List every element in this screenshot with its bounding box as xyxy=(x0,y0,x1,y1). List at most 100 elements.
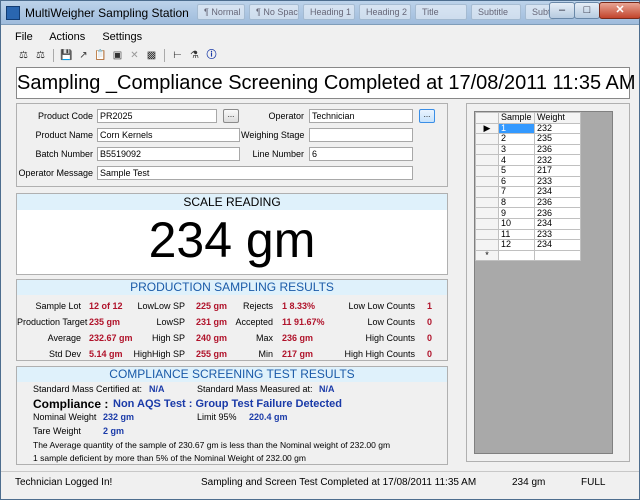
table-row[interactable]: 5 217 xyxy=(475,164,581,177)
column-header-sample[interactable]: Sample xyxy=(498,112,535,124)
row-header[interactable] xyxy=(475,164,499,177)
weight-cell[interactable]: 236 xyxy=(534,207,581,219)
row-header[interactable] xyxy=(475,196,499,209)
weight-cell[interactable]: 233 xyxy=(534,175,581,188)
report-icon[interactable]: 📋 xyxy=(94,49,107,62)
row-header[interactable] xyxy=(475,217,499,230)
tare-icon[interactable]: ⚗ xyxy=(188,49,201,62)
export-icon[interactable]: ↗ xyxy=(77,49,90,62)
cursor-icon[interactable]: ⊢ xyxy=(171,49,184,62)
operator-message-field[interactable]: Sample Test xyxy=(97,166,413,180)
weight-cell[interactable] xyxy=(534,249,581,262)
low-sp-value: 231 gm xyxy=(196,317,228,327)
sample-cell[interactable]: 7 xyxy=(498,186,535,198)
operator-browse-button[interactable]: ... xyxy=(419,109,435,123)
sample-cell[interactable] xyxy=(498,249,535,262)
weight-cell[interactable]: 232 xyxy=(534,154,581,166)
delete-icon[interactable]: ✕ xyxy=(128,49,141,62)
app-icon xyxy=(6,6,20,20)
product-name-field[interactable]: Corn Kernels xyxy=(97,128,240,142)
product-code-label: Product Code xyxy=(37,111,93,121)
table-row[interactable]: 6 233 xyxy=(475,175,581,188)
sample-cell[interactable]: 6 xyxy=(498,175,535,188)
min-label: Min xyxy=(258,349,273,359)
highhigh-sp-label: HighHigh SP xyxy=(133,349,185,359)
samples-grid[interactable]: Sample Weight ▶ 1 232 2 235 3 236 4 232 5 217 6 233 7… xyxy=(474,111,613,454)
menu-settings[interactable]: Settings xyxy=(102,31,142,43)
status-login: Technician Logged In! xyxy=(15,477,113,488)
close-button[interactable]: ✕ xyxy=(599,2,640,19)
table-row[interactable]: 12 234 xyxy=(475,239,581,251)
sample-cell[interactable]: 9 xyxy=(498,207,535,219)
row-header[interactable] xyxy=(475,175,499,188)
row-header[interactable] xyxy=(475,154,499,166)
sample-cell[interactable]: 10 xyxy=(498,217,535,230)
maximize-button[interactable]: □ xyxy=(574,2,600,19)
save-icon[interactable]: 💾 xyxy=(60,49,73,62)
row-header[interactable] xyxy=(475,143,499,156)
weight-cell[interactable]: 236 xyxy=(534,143,581,156)
tare-weight-label: Tare Weight xyxy=(33,426,81,436)
samples-table: Sample Weight ▶ 1 232 2 235 3 236 4 232 5 217 6 233 7… xyxy=(475,112,581,262)
table-row[interactable]: 2 235 xyxy=(475,133,581,145)
table-row[interactable]: 8 236 xyxy=(475,196,581,209)
limit-label: Limit 95% xyxy=(197,412,237,422)
table-row[interactable]: 9 236 xyxy=(475,207,581,219)
new-row-marker[interactable]: * xyxy=(475,249,499,262)
highhigh-sp-value: 255 gm xyxy=(196,349,228,359)
highhigh-counts-label: High High Counts xyxy=(344,349,415,359)
operator-field[interactable]: Technician xyxy=(309,109,413,123)
weight-cell[interactable]: 235 xyxy=(534,133,581,145)
row-header[interactable]: ▶ xyxy=(475,122,499,135)
lowlow-sp-value: 225 gm xyxy=(196,301,228,311)
row-header[interactable] xyxy=(475,133,499,145)
table-row[interactable]: 3 236 xyxy=(475,143,581,156)
scale-icon[interactable]: ⚖ xyxy=(17,49,30,62)
sample-cell[interactable]: 5 xyxy=(498,164,535,177)
product-code-field[interactable]: PR2025 xyxy=(97,109,217,123)
sample-cell[interactable]: 1 xyxy=(498,122,535,135)
sample-cell[interactable]: 3 xyxy=(498,143,535,156)
sample-cell[interactable]: 2 xyxy=(498,133,535,145)
table-row[interactable]: 10 234 xyxy=(475,217,581,230)
row-header[interactable] xyxy=(475,207,499,219)
title-bar[interactable]: MultiWeigher Sampling Station ¶ Normal ¶… xyxy=(1,1,640,25)
line-number-field[interactable]: 6 xyxy=(309,147,413,161)
weight-cell[interactable]: 217 xyxy=(534,164,581,177)
sample-cell[interactable]: 12 xyxy=(498,239,535,251)
weight-cell[interactable]: 236 xyxy=(534,196,581,209)
column-header-weight[interactable]: Weight xyxy=(534,112,581,124)
weight-cell[interactable]: 234 xyxy=(534,186,581,198)
row-header[interactable] xyxy=(475,228,499,241)
table-row[interactable]: 7 234 xyxy=(475,186,581,198)
scale-reading-panel: SCALE READING 234 gm xyxy=(16,193,448,275)
row-header[interactable] xyxy=(475,239,499,251)
average-value: 232.67 gm xyxy=(89,333,133,343)
scale-reading-header: SCALE READING xyxy=(17,194,447,210)
highhigh-counts-value: 0 xyxy=(427,349,433,359)
sample-cell[interactable]: 11 xyxy=(498,228,535,241)
chart-icon[interactable]: ▩ xyxy=(145,49,158,62)
window-icon[interactable]: ▣ xyxy=(111,49,124,62)
table-row[interactable]: 11 233 xyxy=(475,228,581,241)
weight-cell[interactable]: 233 xyxy=(534,228,581,241)
batch-number-field[interactable]: B5519092 xyxy=(97,147,240,161)
info-icon[interactable]: ⓘ xyxy=(205,49,218,62)
menu-actions[interactable]: Actions xyxy=(49,31,85,43)
sample-cell[interactable]: 4 xyxy=(498,154,535,166)
row-header[interactable] xyxy=(475,186,499,198)
weight-cell[interactable]: 234 xyxy=(534,217,581,230)
table-row[interactable]: 4 232 xyxy=(475,154,581,166)
sample-cell[interactable]: 8 xyxy=(498,196,535,209)
menu-file[interactable]: File xyxy=(15,31,33,43)
scale2-icon[interactable]: ⚖ xyxy=(34,49,47,62)
new-row[interactable]: * xyxy=(475,249,581,262)
minimize-button[interactable]: – xyxy=(549,2,575,19)
toolbar: ⚖ ⚖ 💾 ↗ 📋 ▣ ✕ ▩ ⊢ ⚗ ⓘ xyxy=(17,47,218,63)
weight-cell[interactable]: 234 xyxy=(534,239,581,251)
weight-cell[interactable]: 232 xyxy=(534,122,581,135)
high-counts-value: 0 xyxy=(427,333,433,343)
table-row[interactable]: ▶ 1 232 xyxy=(475,122,581,135)
weighing-stage-field[interactable] xyxy=(309,128,413,142)
product-code-browse-button[interactable]: ... xyxy=(223,109,239,123)
